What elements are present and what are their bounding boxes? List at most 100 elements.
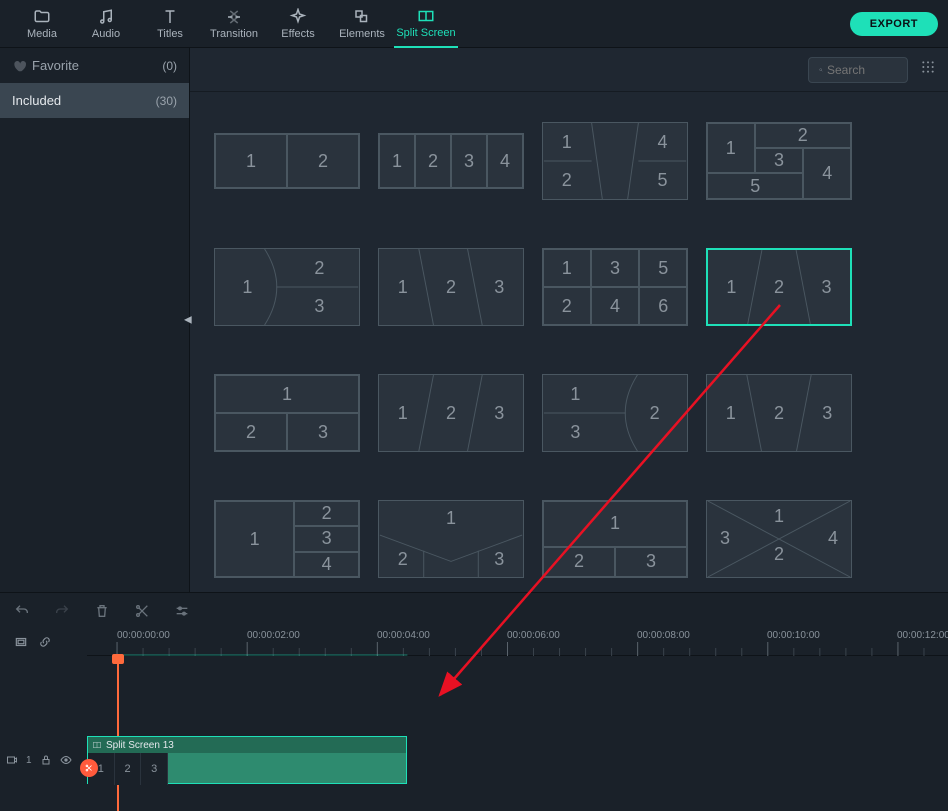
tab-transition[interactable]: Transition (202, 0, 266, 48)
template-cell: 1 (708, 250, 755, 324)
template-cell: 2 (755, 123, 851, 148)
tab-label: Audio (92, 28, 120, 40)
eye-icon[interactable] (60, 754, 72, 766)
sidebar-label: Favorite (32, 58, 79, 73)
scissors-icon[interactable] (134, 603, 150, 619)
templates-grid: 1 2 1 2 3 4 1 2 4 5 1 2 3 4 5 (190, 92, 948, 588)
tab-label: Split Screen (396, 27, 455, 39)
template-item[interactable]: 1 2 4 5 (542, 122, 688, 200)
template-item[interactable]: 1 2 3 (214, 374, 360, 452)
template-cell: 1 (379, 501, 523, 535)
template-cell: 2 (415, 134, 451, 188)
template-cell: 5 (707, 173, 803, 199)
template-cell: 4 (803, 148, 851, 199)
track-number: 1 (26, 755, 32, 766)
template-item[interactable]: 1 2 3 (542, 374, 688, 452)
template-item[interactable]: 1 2 3 4 5 (706, 122, 852, 200)
undo-icon[interactable] (14, 603, 30, 619)
template-item[interactable]: 1 2 3 (542, 500, 688, 578)
playhead[interactable] (117, 656, 119, 811)
template-cell: 1 (215, 134, 287, 188)
tab-label: Transition (210, 28, 258, 40)
track-body[interactable]: Split Screen 13 1 2 3 (87, 736, 948, 784)
track-head: 1 (0, 736, 87, 784)
elements-icon (353, 8, 371, 26)
template-cell: 3 (451, 134, 487, 188)
timeline: 00:00:00:00 00:00:02:00 00:00:04:00 00:0… (0, 628, 948, 811)
clip-thumb: 3 (141, 753, 168, 785)
template-item[interactable]: 1 2 3 (378, 374, 524, 452)
template-item[interactable]: 1 2 3 4 (706, 500, 852, 578)
template-cell: 3 (287, 413, 359, 451)
video-track-icon[interactable] (6, 754, 18, 766)
sidebar: Favorite (0) Included (30) (0, 48, 190, 592)
search-input[interactable] (827, 63, 897, 77)
template-item[interactable]: 1 2 3 (378, 248, 524, 326)
folder-icon (33, 8, 51, 26)
template-item[interactable]: 1 2 3 4 (214, 500, 360, 578)
template-cell: 1 (707, 375, 755, 451)
clip-header: Split Screen 13 (88, 737, 406, 753)
split-screen-icon (417, 7, 435, 25)
clip-thumb: 2 (115, 753, 142, 785)
redo-icon[interactable] (54, 603, 70, 619)
ruler-label: 00:00:10:00 (767, 630, 820, 641)
template-cell: 4 (815, 524, 851, 554)
settings-icon[interactable] (174, 603, 190, 619)
content-header (190, 48, 948, 92)
template-cell: 2 (280, 249, 359, 287)
template-cell: 3 (475, 375, 523, 451)
tab-audio[interactable]: Audio (74, 0, 138, 48)
template-cell: 3 (803, 375, 851, 451)
template-cell: 3 (543, 413, 608, 451)
template-cell: 2 (622, 375, 687, 451)
template-cell: 1 (543, 123, 591, 161)
clip-cut-handle[interactable] (80, 759, 98, 777)
template-cell: 2 (215, 413, 287, 451)
template-cell: 6 (639, 287, 687, 325)
template-item[interactable]: 1 2 3 4 5 6 (542, 248, 688, 326)
tab-elements[interactable]: Elements (330, 0, 394, 48)
grid-view-icon[interactable] (920, 59, 936, 80)
frame-icon[interactable] (14, 635, 28, 649)
template-cell: 3 (591, 249, 640, 287)
lock-icon[interactable] (40, 754, 52, 766)
template-cell: 2 (755, 375, 804, 451)
tab-titles[interactable]: Titles (138, 0, 202, 48)
link-icon[interactable] (38, 635, 52, 649)
sidebar-item-included[interactable]: Included (30) (0, 83, 189, 118)
sidebar-item-favorite[interactable]: Favorite (0) (0, 48, 189, 83)
template-cell: 2 (379, 543, 427, 577)
template-item-selected[interactable]: 1 2 3 (706, 248, 852, 326)
heart-icon (12, 59, 26, 73)
template-cell: 2 (543, 547, 615, 577)
template-cell: 3 (755, 148, 804, 173)
template-cell: 1 (543, 501, 687, 547)
template-cell: 2 (757, 539, 800, 569)
template-item[interactable]: 1 2 3 (378, 500, 524, 578)
export-button[interactable]: EXPORT (850, 12, 938, 36)
ruler[interactable]: 00:00:00:00 00:00:02:00 00:00:04:00 00:0… (87, 628, 948, 656)
template-cell: 1 (379, 249, 427, 325)
template-cell: 5 (639, 249, 687, 287)
template-item[interactable]: 1 2 3 4 (378, 133, 524, 189)
template-cell: 2 (543, 287, 591, 325)
timeline-clip[interactable]: Split Screen 13 1 2 3 (87, 736, 407, 784)
tab-effects[interactable]: Effects (266, 0, 330, 48)
template-item[interactable]: 1 2 3 (214, 248, 360, 326)
tracks: 1 Split Screen 13 1 2 3 (0, 656, 948, 811)
tab-media[interactable]: Media (10, 0, 74, 48)
template-item[interactable]: 1 2 (214, 133, 360, 189)
tab-split-screen[interactable]: Split Screen (394, 0, 458, 48)
search-box[interactable] (808, 57, 908, 83)
template-cell: 3 (803, 250, 850, 324)
titles-icon (161, 8, 179, 26)
template-cell: 3 (475, 249, 523, 325)
sidebar-label: Included (12, 93, 61, 108)
trash-icon[interactable] (94, 603, 110, 619)
collapse-handle[interactable]: ◀ (184, 315, 192, 326)
template-cell: 1 (757, 501, 800, 531)
template-item[interactable]: 1 2 3 (706, 374, 852, 452)
search-icon (819, 63, 823, 77)
ruler-label: 00:00:02:00 (247, 630, 300, 641)
